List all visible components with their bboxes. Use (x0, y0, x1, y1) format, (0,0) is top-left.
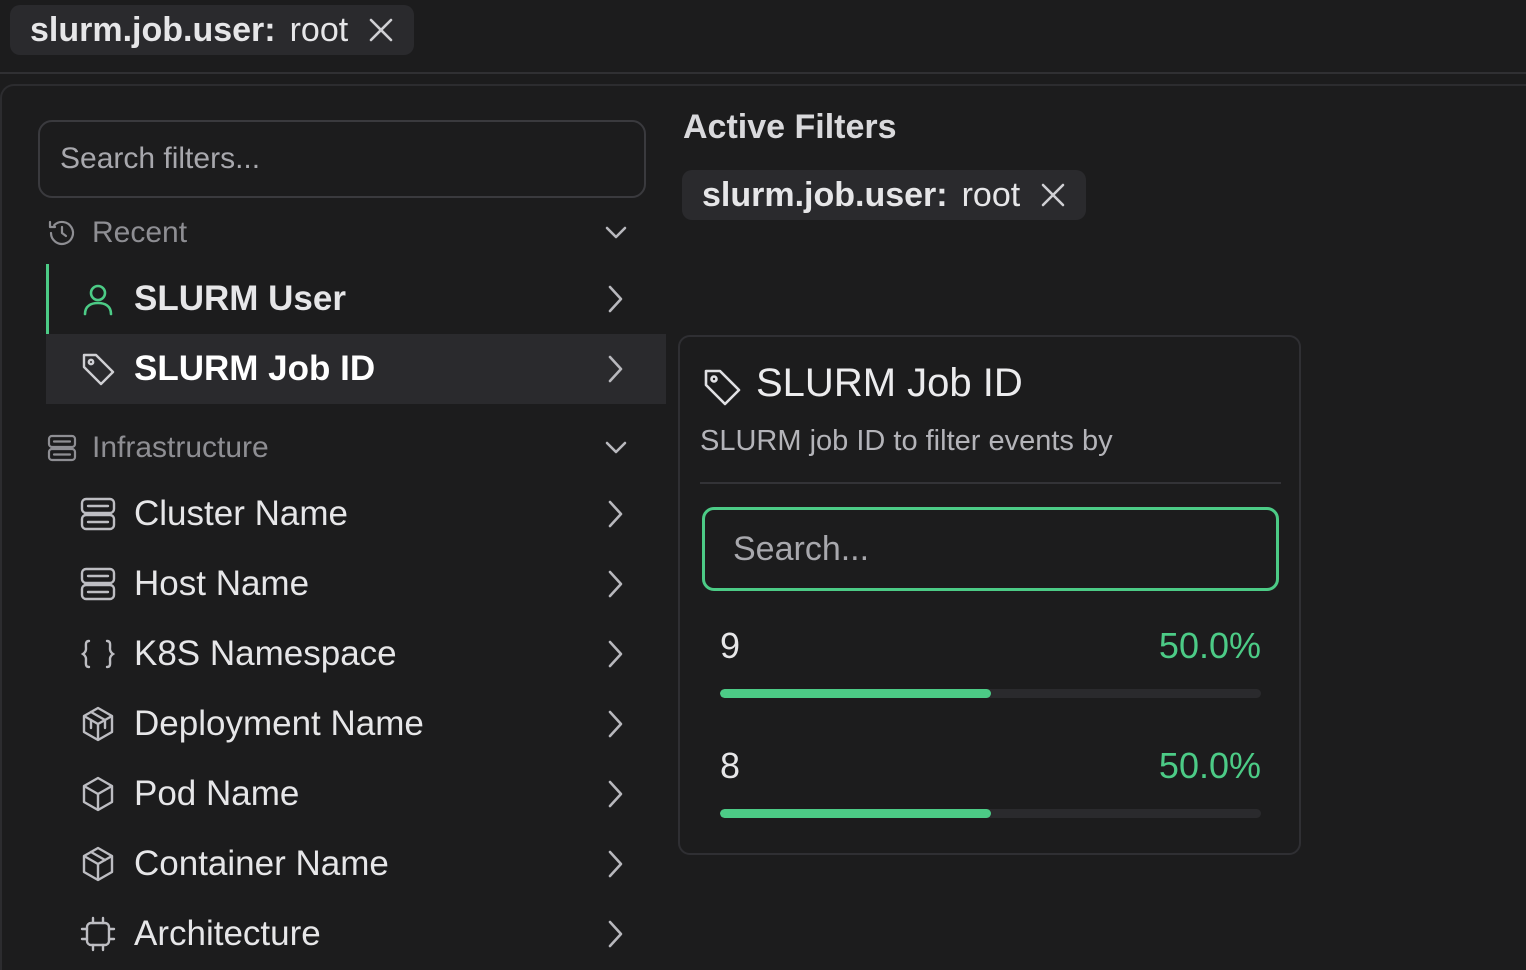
active-filter-chip[interactable]: slurm.job.user: root (682, 170, 1087, 220)
filter-values-popover: SLURM Job ID SLURM job ID to filter even… (678, 335, 1301, 855)
sidebar-item-label: Container Name (134, 844, 389, 883)
progress-track (720, 809, 1261, 818)
sidebar-item-k8s-namespace[interactable]: K8S Namespace (46, 619, 666, 689)
filter-chip-key: slurm.job.user: (30, 10, 276, 49)
sidebar-item-architecture[interactable]: Architecture (46, 899, 666, 969)
server-icon (80, 496, 116, 532)
chevron-right-icon (606, 498, 626, 539)
filter-chip-key: slurm.job.user: (702, 175, 948, 214)
sidebar-item-label: Pod Name (134, 774, 300, 813)
boxes-icon (80, 706, 116, 742)
group-header-recent[interactable]: Recent (46, 210, 646, 256)
value-label: 8 (720, 745, 741, 786)
cpu-icon (80, 916, 116, 952)
value-percent: 50.0% (1158, 745, 1261, 786)
container-icon (80, 846, 116, 882)
filter-bar: slurm.job.user: root (0, 0, 1526, 72)
progress-track (720, 689, 1261, 698)
active-filters-title: Active Filters (683, 108, 897, 146)
sidebar-item-label: K8S Namespace (134, 634, 397, 673)
server-icon (80, 566, 116, 602)
group-title: Infrastructure (92, 431, 269, 464)
sidebar-item-pod-name[interactable]: Pod Name (46, 759, 666, 829)
sidebar-item-label: SLURM Job ID (134, 349, 376, 388)
sidebar-item-label: Architecture (134, 914, 321, 953)
clock-history-icon (46, 217, 78, 249)
chevron-right-icon (606, 638, 626, 679)
chevron-right-icon (606, 918, 626, 959)
chevron-right-icon (606, 353, 626, 394)
group-header-infrastructure[interactable]: Infrastructure (46, 425, 646, 471)
popover-title: SLURM Job ID (756, 361, 1023, 405)
chevron-right-icon (606, 848, 626, 889)
search-filters-input[interactable] (38, 120, 646, 198)
server-icon (46, 432, 78, 464)
filter-chip[interactable]: slurm.job.user: root (10, 5, 415, 55)
sidebar-item-deployment-name[interactable]: Deployment Name (46, 689, 666, 759)
sidebar-item-cluster-name[interactable]: Cluster Name (46, 479, 666, 549)
tag-icon (80, 351, 116, 387)
progress-fill (720, 689, 991, 698)
value-row[interactable]: 8 50.0% (720, 745, 1261, 835)
sidebar-item-host-name[interactable]: Host Name (46, 549, 666, 619)
close-icon[interactable] (1040, 182, 1066, 208)
progress-fill (720, 809, 991, 818)
sidebar-item-slurm-job-id[interactable]: SLURM Job ID (46, 334, 666, 404)
divider (700, 482, 1281, 484)
popover-description: SLURM job ID to filter events by (700, 425, 1113, 457)
sidebar-item-label: Deployment Name (134, 704, 424, 743)
filter-chip-value: root (289, 10, 349, 49)
chevron-right-icon (606, 568, 626, 609)
filter-chip-value: root (961, 175, 1021, 214)
chevron-down-icon (602, 218, 630, 254)
close-icon[interactable] (368, 17, 394, 43)
chevron-right-icon (606, 778, 626, 819)
sidebar-item-label: Cluster Name (134, 494, 348, 533)
sidebar-item-slurm-user[interactable]: SLURM User (46, 264, 666, 334)
sidebar-item-container-name[interactable]: Container Name (46, 829, 666, 899)
value-percent: 50.0% (1158, 625, 1261, 666)
chevron-right-icon (606, 708, 626, 749)
tag-icon (702, 367, 742, 407)
value-row[interactable]: 9 50.0% (720, 625, 1261, 715)
divider (0, 72, 1526, 74)
sidebar-item-label: SLURM User (134, 279, 346, 318)
braces-icon (80, 636, 116, 672)
sidebar-item-label: Host Name (134, 564, 310, 603)
chevron-right-icon (606, 283, 626, 324)
group-title: Recent (92, 216, 188, 249)
user-icon (80, 281, 116, 317)
value-search-input[interactable] (702, 507, 1279, 591)
value-label: 9 (720, 625, 741, 666)
chevron-down-icon (602, 433, 630, 469)
box-icon (80, 776, 116, 812)
